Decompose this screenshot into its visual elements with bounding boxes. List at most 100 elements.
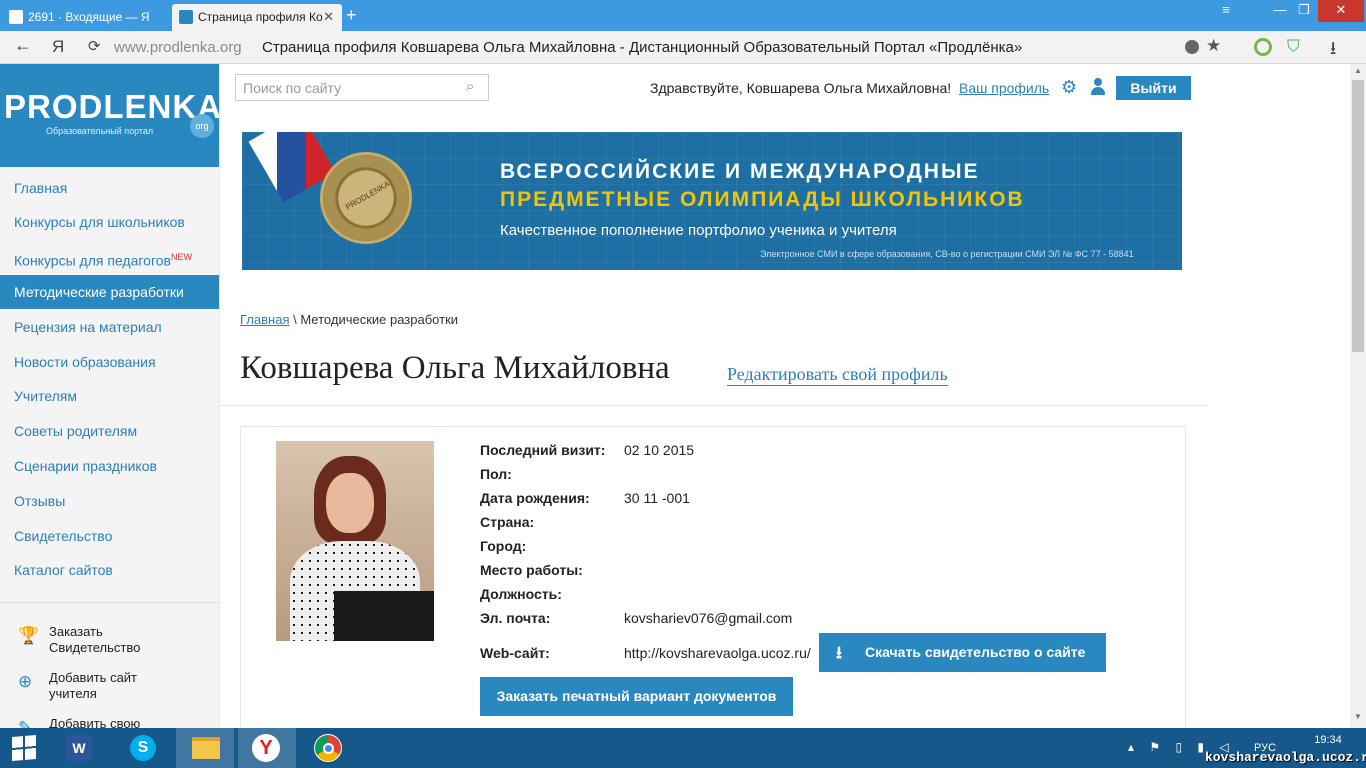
windows-logo-icon <box>12 734 36 762</box>
sidebar-item-teacher-contests[interactable]: Конкурсы для педагоговNEW <box>0 240 219 274</box>
sidebar-item-label: Сценарии праздников <box>14 458 157 474</box>
medal-text: PRODLENKA <box>344 179 392 212</box>
sidebar-item-reviews[interactable]: Отзывы <box>0 484 219 518</box>
scroll-down-arrow[interactable]: ▼ <box>1350 712 1366 724</box>
shield-icon[interactable]: ⛉ <box>1287 37 1300 57</box>
action-line1: Заказать <box>49 624 103 639</box>
sidebar-item-news[interactable]: Новости образования <box>0 345 219 379</box>
field-label: Должность: <box>480 586 562 602</box>
taskbar-explorer[interactable] <box>176 728 234 768</box>
site-logo[interactable]: PRODLENKA Образовательный портал org <box>0 64 220 167</box>
sidebar-item-home[interactable]: Главная <box>0 171 219 205</box>
order-certificate-action[interactable]: 🏆 Заказать Свидетельство <box>0 624 219 658</box>
logo-subtitle: Образовательный портал <box>46 126 154 136</box>
url-host[interactable]: www.prodlenka.org <box>114 39 242 56</box>
action-line2: учителя <box>49 686 97 701</box>
action-line2: Свидетельство <box>49 640 141 655</box>
prodlenka-favicon-icon <box>179 10 193 24</box>
new-tab-button[interactable]: + <box>346 4 357 26</box>
trophy-icon: 🏆 <box>18 626 40 645</box>
minimize-button[interactable]: — <box>1268 0 1292 22</box>
reload-icon[interactable]: ⟳ <box>88 37 101 55</box>
taskbar-skype[interactable]: S <box>114 728 172 768</box>
email-value: kovshariev076@gmail.com <box>624 610 793 626</box>
sidebar-item-label: Новости образования <box>14 354 156 370</box>
plus-circle-icon: ⊕ <box>18 672 33 691</box>
add-own-action[interactable]: ✎ Добавить свою <box>0 716 219 728</box>
browser-menu-button[interactable]: ≡ <box>1214 0 1238 22</box>
scroll-thumb[interactable] <box>1352 80 1364 352</box>
sidebar-item-teachers[interactable]: Учителям <box>0 379 219 413</box>
watermark-text: kovsharevaolga.ucoz.ru <box>1205 750 1366 765</box>
bookmark-star-icon[interactable]: ★ <box>1206 36 1221 56</box>
download-certificate-button[interactable]: ⭳ Скачать свидетельство о сайте <box>819 633 1106 672</box>
field-label: Дата рождения: <box>480 490 590 506</box>
scroll-up-arrow[interactable]: ▲ <box>1350 66 1366 78</box>
user-icon[interactable] <box>1090 78 1106 95</box>
sidebar-item-certificate[interactable]: Свидетельство <box>0 519 219 553</box>
download-icon: ⭳ <box>836 643 842 662</box>
profile-photo <box>276 441 434 641</box>
order-print-button[interactable]: Заказать печатный вариант документов <box>480 677 793 716</box>
medal-image: PRODLENKA <box>320 152 412 244</box>
mail-icon <box>9 10 23 24</box>
sidebar-item-label: Конкурсы для педагогов <box>14 252 171 269</box>
logo-text: PRODLENKA <box>4 88 220 125</box>
yandex-home-button[interactable]: Я <box>52 37 64 57</box>
breadcrumb-home-link[interactable]: Главная <box>240 312 289 327</box>
banner-registration: Электронное СМИ в сфере образования, СВ-… <box>760 249 1134 259</box>
banner-line1: ВСЕРОССИЙСКИЕ И МЕЖДУНАРОДНЫЕ <box>500 160 980 183</box>
tab-profile-label: Страница профиля Ко <box>198 10 323 24</box>
field-label: Последний визит: <box>480 442 606 458</box>
sidebar-item-methodical[interactable]: Методические разработки <box>0 275 219 309</box>
taskbar-word[interactable]: W <box>50 728 108 768</box>
logout-button[interactable]: Выйти <box>1116 76 1191 100</box>
action-label: Добавить сайт учителя <box>49 670 209 702</box>
taskbar-yandex-browser[interactable]: Y <box>238 728 296 768</box>
taskbar: W S Y ▴ ⚑ ▯ ▮ ◁ РУС 19:34 <box>0 728 1366 768</box>
breadcrumb: Главная \ Методические разработки <box>240 312 458 327</box>
search-input[interactable] <box>236 75 460 100</box>
sidebar-item-label: Главная <box>14 180 68 196</box>
action-line1: Добавить сайт <box>49 670 138 685</box>
action-line1: Добавить свою <box>49 716 141 728</box>
field-label: Страна: <box>480 514 535 530</box>
sidebar: PRODLENKA Образовательный портал org Гла… <box>0 64 220 728</box>
tab-profile[interactable]: Страница профиля Ко ✕ <box>172 4 342 31</box>
sidebar-item-review[interactable]: Рецензия на материал <box>0 310 219 344</box>
edit-icon: ✎ <box>18 718 33 728</box>
tab-close-icon[interactable]: ✕ <box>323 4 334 30</box>
search-box: ⌕ <box>235 74 489 101</box>
logo-org-badge: org <box>190 114 214 138</box>
downloads-icon[interactable]: ⭳ <box>1330 36 1336 66</box>
extension-icon[interactable] <box>1254 38 1272 56</box>
address-bar: ← Я ⟳ www.prodlenka.org Страница профиля… <box>0 31 1366 64</box>
banner-line3: Качественное пополнение портфолио ученик… <box>500 222 897 239</box>
gear-icon[interactable]: ⚙ <box>1061 77 1077 98</box>
url-page-title[interactable]: Страница профиля Ковшарева Ольга Михайло… <box>262 39 1022 56</box>
profile-link[interactable]: Ваш профиль <box>959 80 1049 96</box>
sidebar-item-scenarios[interactable]: Сценарии праздников <box>0 449 219 483</box>
maximize-button[interactable]: ❐ <box>1292 0 1316 22</box>
back-arrow-icon[interactable]: ← <box>14 35 32 56</box>
tab-mail[interactable]: 2691 · Входящие — Я <box>2 4 168 31</box>
olympiad-banner[interactable]: PRODLENKA ВСЕРОССИЙСКИЕ И МЕЖДУНАРОДНЫЕ … <box>242 132 1182 270</box>
website-link[interactable]: http://kovsharevaolga.ucoz.ru/ <box>624 645 811 661</box>
close-window-button[interactable]: ✕ <box>1318 0 1364 22</box>
tab-mail-label: 2691 · Входящие — Я <box>28 10 150 24</box>
sidebar-item-catalog[interactable]: Каталог сайтов <box>0 553 219 587</box>
sidebar-item-label: Конкурсы для школьников <box>14 214 185 230</box>
sidebar-divider <box>0 602 219 603</box>
clock[interactable]: 19:34 <box>1308 734 1348 746</box>
search-icon[interactable]: ⌕ <box>466 78 474 95</box>
sidebar-item-student-contests[interactable]: Конкурсы для школьников <box>0 205 219 239</box>
taskbar-chrome[interactable] <box>300 728 358 768</box>
folder-icon <box>192 737 220 759</box>
edit-profile-link[interactable]: Редактировать свой профиль <box>727 364 948 386</box>
sidebar-item-parents[interactable]: Советы родителям <box>0 414 219 448</box>
add-teacher-site-action[interactable]: ⊕ Добавить сайт учителя <box>0 670 219 704</box>
page-title: Ковшарева Ольга Михайловна <box>240 350 670 386</box>
breadcrumb-current: Методические разработки <box>300 312 459 327</box>
content-divider <box>220 405 1206 406</box>
protect-icon[interactable] <box>1185 40 1199 54</box>
